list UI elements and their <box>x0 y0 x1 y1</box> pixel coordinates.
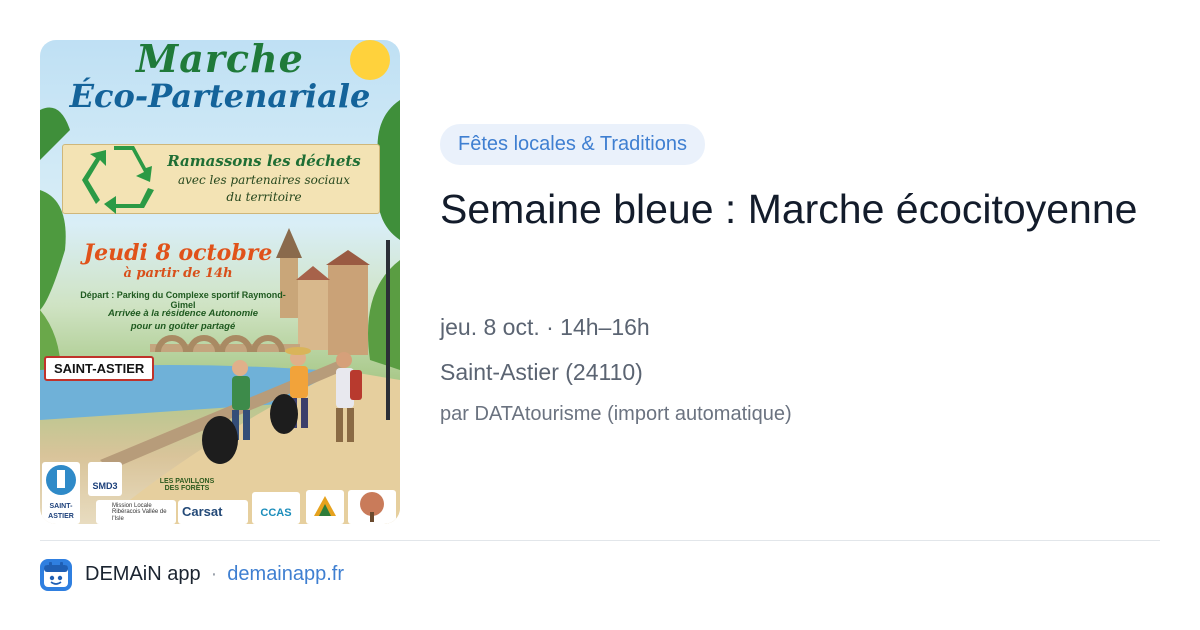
poster-banner-line3: du territoire <box>226 190 302 204</box>
poster-town-sign: SAINT-ASTIER <box>44 356 155 381</box>
event-datetime: jeu. 8 oct. · 14h–16h <box>440 314 650 340</box>
event-poster-image[interactable]: Marche Éco-Partenariale Ramassons les dé… <box>40 40 400 524</box>
logo-smd3: SMD3 <box>88 462 122 496</box>
poster-time: à partir de 14h <box>123 266 233 281</box>
recycle-icon <box>82 146 154 214</box>
event-source: par DATAtourisme (import automatique) <box>440 403 792 425</box>
poster-partner-logos: SAINT- ASTIER SMD3 LES PAVILLONS DES FOR… <box>40 458 400 524</box>
logo-mission-locale: Mission Locale Ribéracois Vallée de l'Is… <box>96 500 176 524</box>
logo-partner-arrows <box>306 490 344 524</box>
poster-departure: Départ : Parking du Complexe sportif Ray… <box>80 290 286 310</box>
poster-arrival-line1: Arrivée à la résidence Autonomie <box>107 308 259 319</box>
demain-app-icon <box>40 559 72 591</box>
logo-ville-saint-astier: SAINT- ASTIER <box>42 462 80 524</box>
poster-date: Jeudi 8 octobre <box>83 240 273 266</box>
svg-text:SAINT-: SAINT- <box>50 503 74 510</box>
svg-text:ASTIER: ASTIER <box>48 513 74 520</box>
logo-carsat: Carsat <box>178 500 248 524</box>
poster-banner-line2: avec les partenaires sociaux <box>177 173 351 187</box>
poster-arrival-line2: pour un goûter partagé <box>130 321 236 332</box>
logo-pavillons-des-forets: LES PAVILLONS DES FORÊTS <box>159 478 215 493</box>
footer-separator: · <box>210 563 218 585</box>
logo-tree <box>348 490 396 524</box>
poster-banner-line1: Ramassons les déchets <box>167 152 361 170</box>
event-location: Saint-Astier (24110) <box>440 359 643 385</box>
event-title[interactable]: Semaine bleue : Marche écocitoyenne <box>440 183 1140 236</box>
poster-title-line1: Marche <box>136 40 304 81</box>
tree-logo-icon <box>360 492 384 522</box>
category-badge[interactable]: Fêtes locales & Traditions <box>440 124 705 165</box>
footer-brand: DEMAiN app · demainapp.fr <box>85 563 344 586</box>
ville-logo-icon: SAINT- ASTIER <box>46 465 76 520</box>
app-domain-link[interactable]: demainapp.fr <box>227 563 344 586</box>
footer-divider <box>40 540 1160 541</box>
arrows-logo-icon <box>314 496 336 516</box>
logo-ccas: CCAS <box>252 492 300 524</box>
app-name: DEMAiN app <box>85 563 201 585</box>
poster-title-line2: Éco-Partenariale <box>69 77 371 115</box>
